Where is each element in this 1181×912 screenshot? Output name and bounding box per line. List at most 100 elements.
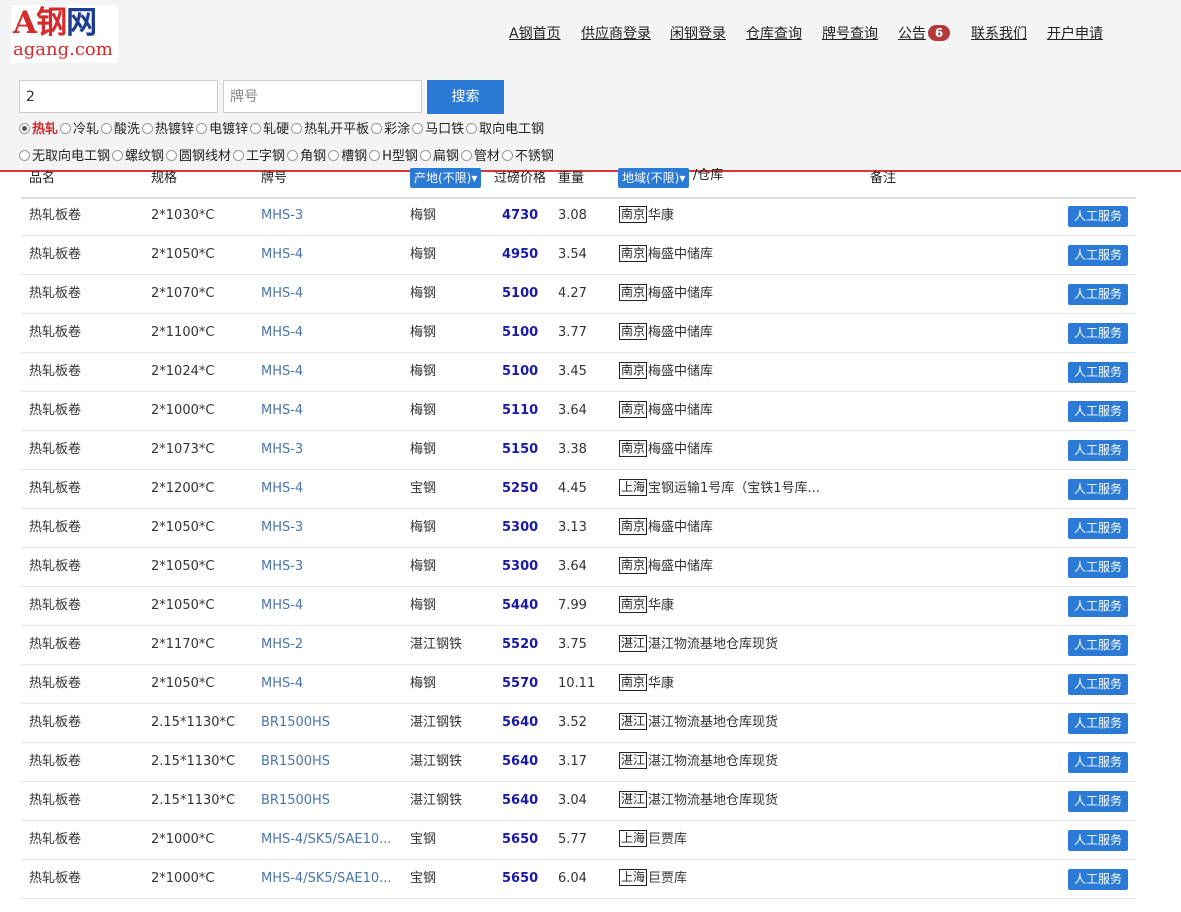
- cell-grade-link[interactable]: MHS-3: [261, 431, 399, 469]
- cell-product-name: 热轧板卷: [29, 754, 82, 769]
- nav-notice[interactable]: 公告 6: [898, 25, 950, 43]
- cell-grade-link[interactable]: MHS-4: [261, 587, 399, 625]
- manual-service-button[interactable]: 人工服务: [1068, 791, 1128, 812]
- category-radio-label: 彩涂: [384, 122, 411, 137]
- radio-circle-icon: [466, 123, 478, 134]
- category-radio[interactable]: 酸洗: [101, 118, 140, 137]
- radio-circle-icon: [419, 150, 431, 161]
- cell-price: 5650: [502, 871, 539, 886]
- manual-service-button[interactable]: 人工服务: [1068, 713, 1128, 734]
- radio-circle-icon: [142, 123, 154, 134]
- category-radio[interactable]: 不锈钢: [501, 145, 554, 164]
- category-radio[interactable]: 槽钢: [328, 145, 367, 164]
- cell-grade-link[interactable]: MHS-4: [261, 275, 399, 313]
- manual-service-button[interactable]: 人工服务: [1068, 206, 1128, 227]
- manual-service-button[interactable]: 人工服务: [1068, 479, 1128, 500]
- category-radio[interactable]: 工字钢: [233, 145, 285, 164]
- cell-spec: 2*1050*C: [151, 520, 215, 535]
- category-radio[interactable]: 螺纹钢: [112, 145, 164, 164]
- category-radio[interactable]: 扁钢: [419, 145, 459, 164]
- cell-grade-link[interactable]: MHS-2: [261, 626, 399, 664]
- manual-service-button[interactable]: 人工服务: [1068, 323, 1128, 344]
- cell-grade-link[interactable]: MHS-4: [261, 665, 399, 703]
- cell-weight: 3.75: [558, 637, 587, 652]
- table-header: 品名 规格 牌号 产地(不限)▾ 过磅价格 重量 地域(不限)▾ /仓库 备注: [21, 168, 1136, 199]
- cell-grade-link[interactable]: MHS-3: [261, 548, 399, 586]
- spec-search-input[interactable]: [19, 80, 218, 113]
- site-logo[interactable]: A钢网 agang.com: [11, 5, 118, 63]
- category-radio[interactable]: 热镀锌: [142, 118, 194, 137]
- manual-service-button[interactable]: 人工服务: [1068, 635, 1128, 656]
- category-radio[interactable]: 管材: [460, 145, 500, 164]
- cell-grade-link[interactable]: MHS-3: [261, 197, 399, 235]
- category-radio[interactable]: 马口铁: [412, 118, 464, 137]
- cell-warehouse: 湛江 湛江物流基地仓库现货: [619, 782, 859, 820]
- city-tag: 南京: [619, 557, 648, 574]
- cell-grade-link[interactable]: BR1500HS: [261, 743, 399, 781]
- warehouse-name: 华康: [648, 598, 675, 613]
- cell-grade-link[interactable]: MHS-4: [261, 236, 399, 274]
- category-radio[interactable]: 圆钢线材: [166, 145, 231, 164]
- manual-service-button[interactable]: 人工服务: [1068, 557, 1128, 578]
- nav-warehouse-query[interactable]: 仓库查询: [746, 25, 802, 43]
- cell-grade-link[interactable]: MHS-4/SK5/SAE10...: [261, 821, 399, 859]
- cell-price: 5650: [502, 832, 539, 847]
- cell-warehouse: 南京 梅盛中储库: [619, 431, 859, 469]
- cell-origin: 湛江钢铁: [410, 793, 463, 808]
- manual-service-button[interactable]: 人工服务: [1068, 596, 1128, 617]
- manual-service-button[interactable]: 人工服务: [1068, 869, 1128, 890]
- cell-grade-link[interactable]: MHS-4: [261, 470, 399, 508]
- category-radio[interactable]: 冷轧: [60, 118, 99, 137]
- logo-domain: agang.com: [13, 39, 113, 60]
- category-radio[interactable]: 取向电工钢: [466, 118, 544, 137]
- region-filter-dropdown[interactable]: 地域(不限)▾: [618, 168, 690, 188]
- category-radio[interactable]: 热轧: [19, 118, 58, 137]
- nav-supplier-login[interactable]: 供应商登录: [581, 25, 651, 43]
- nav-open-account[interactable]: 开户申请: [1047, 25, 1103, 43]
- logo-brand: A钢网: [13, 5, 97, 41]
- category-radio[interactable]: 无取向电工钢: [19, 145, 110, 164]
- category-radio[interactable]: 角钢: [287, 145, 326, 164]
- cell-grade-link[interactable]: MHS-4: [261, 314, 399, 352]
- category-radio[interactable]: H型钢: [369, 145, 418, 164]
- cell-weight: 4.27: [558, 286, 587, 301]
- cell-grade-link[interactable]: MHS-4: [261, 353, 399, 391]
- nav-grade-query[interactable]: 牌号查询: [822, 25, 878, 43]
- cell-warehouse: 湛江 湛江物流基地仓库现货: [619, 626, 859, 664]
- nav-contact-us[interactable]: 联系我们: [971, 25, 1027, 43]
- origin-filter-dropdown[interactable]: 产地(不限)▾: [410, 168, 482, 188]
- city-tag: 南京: [619, 440, 648, 457]
- category-radio[interactable]: 电镀锌: [196, 118, 248, 137]
- manual-service-button[interactable]: 人工服务: [1068, 518, 1128, 539]
- city-tag: 南京: [619, 245, 648, 262]
- radio-circle-icon: [328, 150, 340, 161]
- search-button[interactable]: 搜索: [427, 80, 504, 114]
- manual-service-button[interactable]: 人工服务: [1068, 284, 1128, 305]
- table-row: 热轧板卷 2*1200*C MHS-4 宝钢 5250 4.45 上海 宝钢运输1号库（宝铁1…: [21, 470, 1136, 509]
- manual-service-button[interactable]: 人工服务: [1068, 362, 1128, 383]
- cell-grade-link[interactable]: BR1500HS: [261, 782, 399, 820]
- cell-origin: 湛江钢铁: [410, 637, 463, 652]
- manual-service-button[interactable]: 人工服务: [1068, 830, 1128, 851]
- cell-grade-link[interactable]: MHS-3: [261, 509, 399, 547]
- cell-product-name: 热轧板卷: [29, 598, 82, 613]
- category-radio[interactable]: 轧硬: [250, 118, 289, 137]
- category-radio-label: H型钢: [382, 149, 418, 164]
- cell-product-name: 热轧板卷: [29, 442, 82, 457]
- nav-idle-steel-login[interactable]: 闲钢登录: [670, 25, 726, 43]
- category-radio[interactable]: 彩涂: [371, 118, 410, 137]
- cell-grade-link[interactable]: MHS-4: [261, 392, 399, 430]
- cell-weight: 5.77: [558, 832, 587, 847]
- warehouse-name: 华康: [648, 676, 675, 691]
- manual-service-button[interactable]: 人工服务: [1068, 245, 1128, 266]
- grade-search-input[interactable]: [223, 80, 422, 113]
- nav-home[interactable]: A钢首页: [509, 25, 561, 43]
- manual-service-button[interactable]: 人工服务: [1068, 752, 1128, 773]
- warehouse-name: 梅盛中储库: [648, 520, 714, 535]
- cell-grade-link[interactable]: MHS-4/SK5/SAE10...: [261, 860, 399, 898]
- manual-service-button[interactable]: 人工服务: [1068, 440, 1128, 461]
- manual-service-button[interactable]: 人工服务: [1068, 674, 1128, 695]
- manual-service-button[interactable]: 人工服务: [1068, 401, 1128, 422]
- category-radio[interactable]: 热轧开平板: [291, 118, 369, 137]
- cell-grade-link[interactable]: BR1500HS: [261, 704, 399, 742]
